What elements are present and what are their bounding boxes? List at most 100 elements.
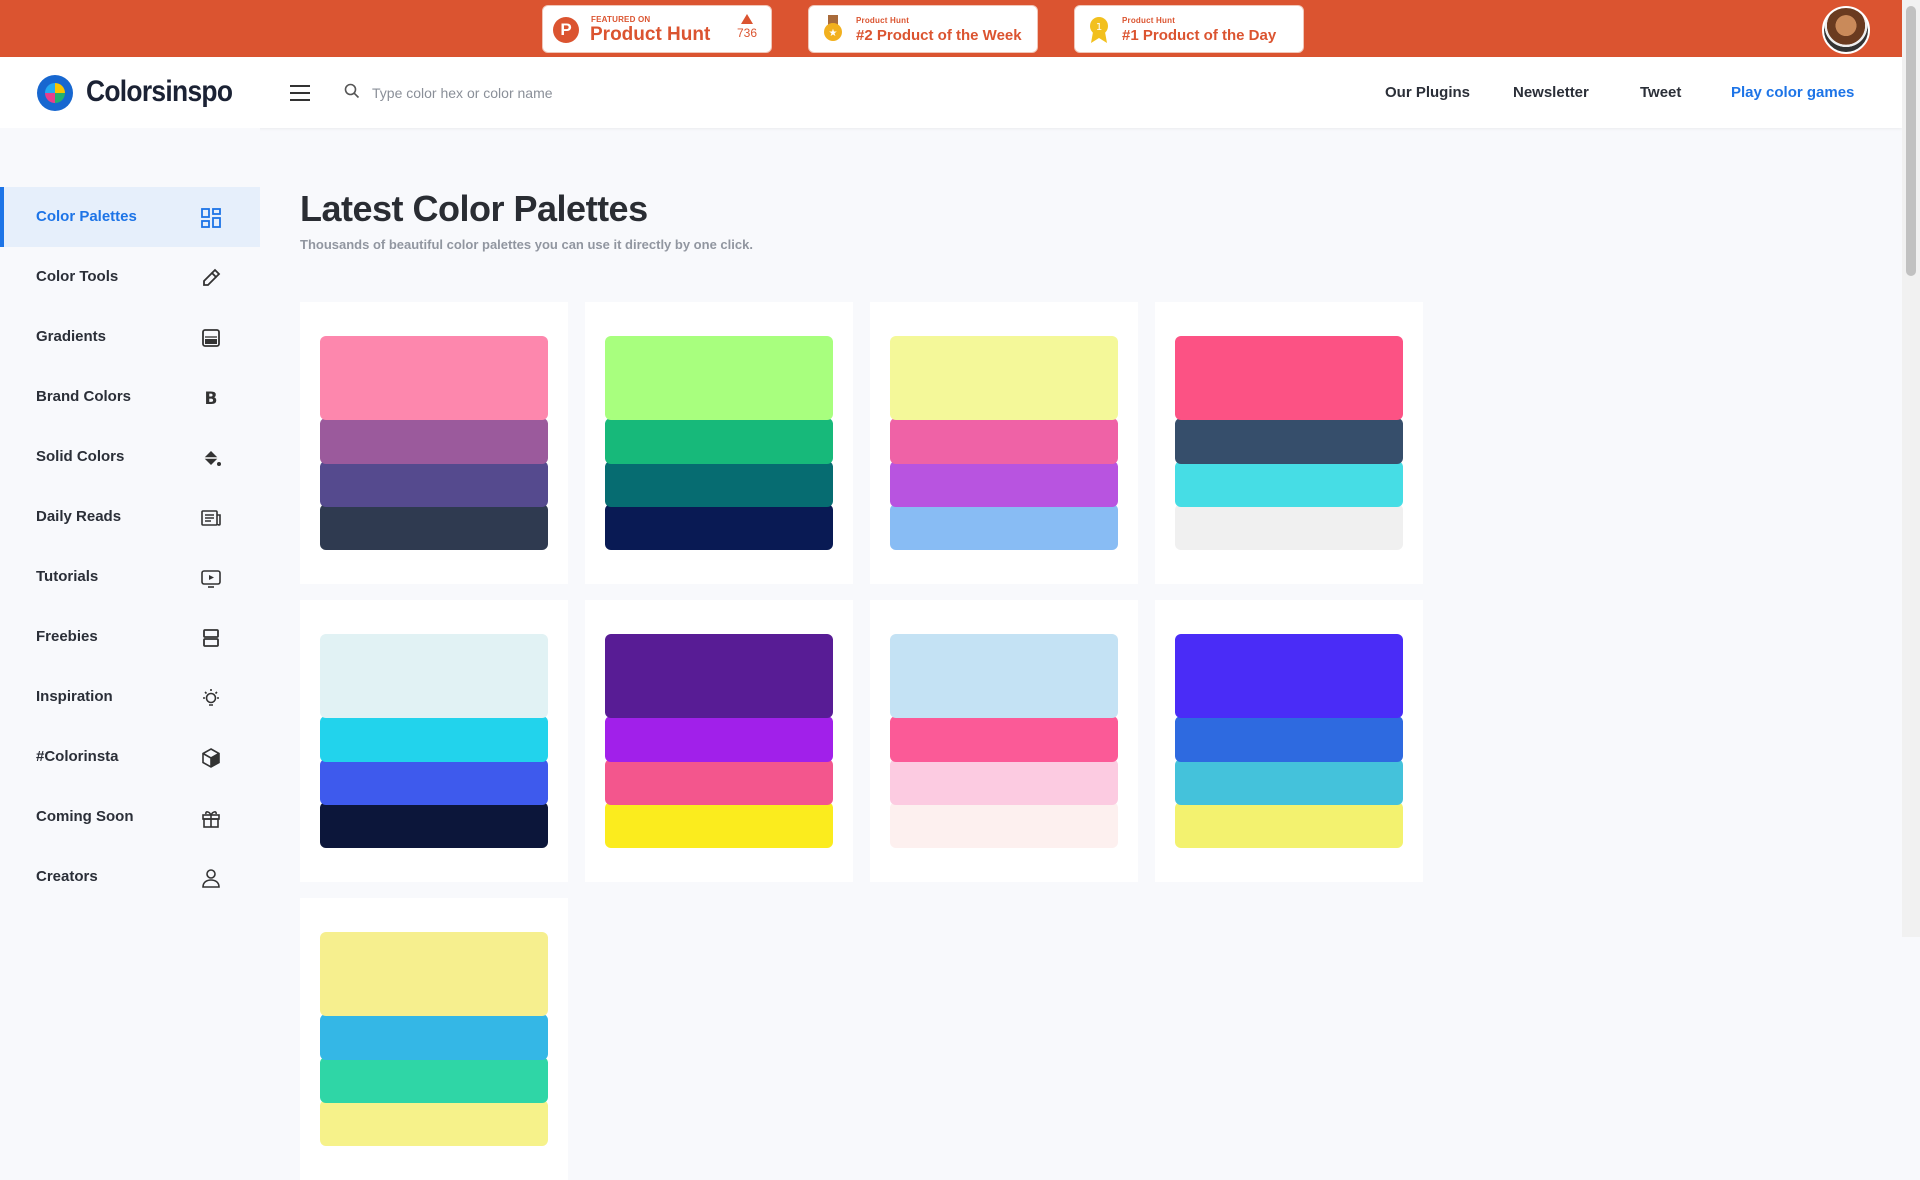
sidebar-item-gradients[interactable]: Gradients — [0, 307, 260, 367]
color-swatch[interactable] — [890, 418, 1118, 464]
sidebar-item-label: Coming Soon — [36, 808, 134, 825]
color-swatch[interactable] — [320, 1014, 548, 1060]
gradient-icon — [202, 329, 220, 347]
sidebar-item-tutorials[interactable]: Tutorials — [0, 547, 260, 607]
color-swatch[interactable] — [890, 759, 1118, 805]
palette-card[interactable] — [870, 600, 1138, 882]
sidebar-item-daily-reads[interactable]: Daily Reads — [0, 487, 260, 547]
sidebar-item-freebies[interactable]: Freebies — [0, 607, 260, 667]
color-swatch[interactable] — [605, 802, 833, 848]
color-swatch[interactable] — [605, 461, 833, 507]
color-swatch[interactable] — [605, 504, 833, 550]
brand-name[interactable]: Colorsinspo — [86, 75, 233, 109]
sidebar-item-label: Color Tools — [36, 268, 119, 285]
sidebar-item-color-tools[interactable]: Color Tools — [0, 247, 260, 307]
palette-card[interactable] — [870, 302, 1138, 584]
color-swatch[interactable] — [1175, 418, 1403, 464]
brand-b-icon: B — [205, 389, 218, 409]
color-swatch[interactable] — [890, 461, 1118, 507]
cube-icon — [202, 748, 220, 768]
color-swatch[interactable] — [1175, 802, 1403, 848]
palette-swatches — [1175, 336, 1403, 550]
sidebar-item-color-palettes[interactable]: Color Palettes — [0, 187, 260, 247]
color-swatch[interactable] — [1175, 716, 1403, 762]
color-swatch[interactable] — [320, 1057, 548, 1103]
sidebar-item-label: Solid Colors — [36, 448, 125, 465]
palette-card[interactable] — [300, 898, 568, 1180]
color-swatch[interactable] — [1175, 634, 1403, 718]
color-swatch[interactable] — [605, 418, 833, 464]
color-swatch[interactable] — [320, 759, 548, 805]
gift-icon — [202, 811, 220, 828]
sidebar-item-solid-colors[interactable]: Solid Colors — [0, 427, 260, 487]
scrollbar[interactable] — [1902, 0, 1920, 937]
badge-small-text: Product Hunt — [856, 16, 910, 25]
color-swatch[interactable] — [320, 418, 548, 464]
palette-card[interactable] — [585, 600, 853, 882]
color-swatch[interactable] — [1175, 336, 1403, 420]
sidebar-item-label: Gradients — [36, 328, 107, 345]
svg-text:1: 1 — [1096, 22, 1102, 33]
color-swatch[interactable] — [320, 504, 548, 550]
nav-newsletter[interactable]: Newsletter — [1513, 84, 1589, 101]
color-swatch[interactable] — [605, 336, 833, 420]
palette-swatches — [890, 336, 1118, 550]
badge-title: #1 Product of the Day — [1122, 27, 1277, 44]
grid-icon — [201, 208, 221, 228]
upvote-arrow-icon — [740, 14, 753, 24]
sidebar-item-coming-soon[interactable]: Coming Soon — [0, 787, 260, 847]
sidebar-item-brand-colors[interactable]: Brand Colors B — [0, 367, 260, 427]
scrollbar-thumb[interactable] — [1906, 6, 1916, 276]
sidebar-item-label: Tutorials — [36, 568, 99, 585]
nav-play-color-games[interactable]: Play color games — [1731, 84, 1854, 101]
product-of-day-badge[interactable]: 1 Product Hunt #1 Product of the Day — [1074, 5, 1304, 53]
color-swatch[interactable] — [320, 336, 548, 420]
nav-tweet[interactable]: Tweet — [1640, 84, 1681, 101]
palette-card[interactable] — [585, 302, 853, 584]
palette-card[interactable] — [300, 600, 568, 882]
color-swatch[interactable] — [890, 336, 1118, 420]
layers-icon — [203, 629, 219, 647]
sidebar-item-label: Color Palettes — [36, 208, 137, 225]
badge-title: Product Hunt — [590, 24, 711, 45]
color-swatch[interactable] — [320, 461, 548, 507]
color-swatch[interactable] — [320, 932, 548, 1016]
color-swatch[interactable] — [890, 802, 1118, 848]
product-hunt-logo-icon: P — [553, 17, 579, 43]
page-subtitle: Thousands of beautiful color palettes yo… — [300, 237, 753, 252]
top-banner: P FEATURED ON Product Hunt 736 ★ Product… — [0, 0, 1902, 57]
color-swatch[interactable] — [605, 634, 833, 718]
product-hunt-featured-badge[interactable]: P FEATURED ON Product Hunt 736 — [542, 5, 772, 53]
logo-icon[interactable] — [37, 75, 73, 111]
badge-title: #2 Product of the Week — [856, 27, 1022, 44]
color-swatch[interactable] — [890, 716, 1118, 762]
search-input[interactable] — [370, 79, 774, 107]
color-swatch[interactable] — [1175, 759, 1403, 805]
user-avatar[interactable] — [1822, 6, 1870, 54]
color-swatch[interactable] — [1175, 504, 1403, 550]
sidebar: Color Palettes Color Tools Gradients Bra… — [0, 128, 260, 937]
nav-our-plugins[interactable]: Our Plugins — [1385, 84, 1470, 101]
palette-swatches — [320, 336, 548, 550]
palette-card[interactable] — [300, 302, 568, 584]
palette-swatches — [320, 932, 548, 1146]
palette-card[interactable] — [1155, 302, 1423, 584]
color-swatch[interactable] — [605, 716, 833, 762]
color-swatch[interactable] — [890, 504, 1118, 550]
page-title: Latest Color Palettes — [300, 188, 648, 229]
color-swatch[interactable] — [605, 759, 833, 805]
color-swatch[interactable] — [320, 634, 548, 718]
paint-bucket-icon — [204, 451, 221, 466]
palette-card[interactable] — [1155, 600, 1423, 882]
menu-icon[interactable] — [290, 85, 310, 101]
sidebar-item-inspiration[interactable]: Inspiration — [0, 667, 260, 727]
color-swatch[interactable] — [320, 802, 548, 848]
sidebar-item-creators[interactable]: Creators — [0, 847, 260, 907]
color-swatch[interactable] — [320, 716, 548, 762]
color-swatch[interactable] — [320, 1100, 548, 1146]
sidebar-item-colorinsta[interactable]: #Colorinsta — [0, 727, 260, 787]
color-swatch[interactable] — [1175, 461, 1403, 507]
svg-text:B: B — [205, 389, 218, 409]
color-swatch[interactable] — [890, 634, 1118, 718]
product-of-week-badge[interactable]: ★ Product Hunt #2 Product of the Week — [808, 5, 1038, 53]
